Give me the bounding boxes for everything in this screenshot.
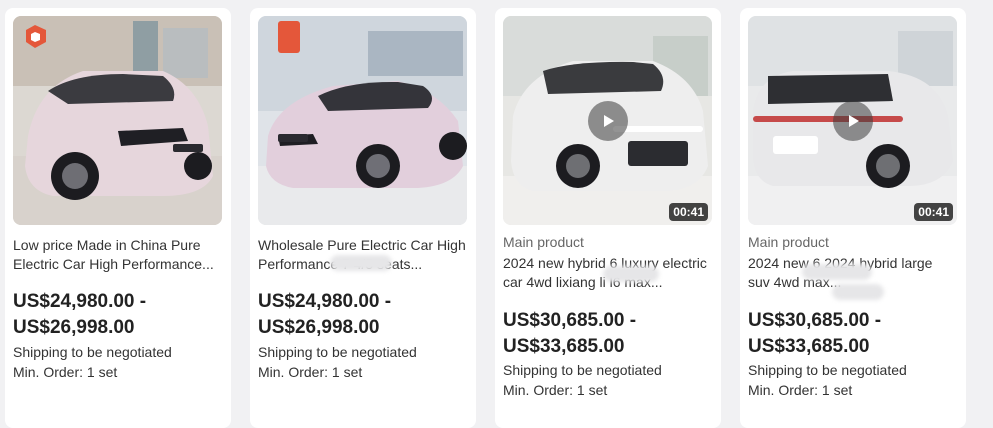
shipping-info: Shipping to be negotiated [503,362,662,378]
car-photo [258,16,467,225]
min-order: Min. Order: 1 set [503,382,608,398]
product-price: US$30,685.00 - US$33,685.00 [748,310,882,357]
shipping-info: Shipping to be negotiated [13,344,172,360]
product-video[interactable]: 00:41 [748,16,957,225]
shipping-info: Shipping to be negotiated [258,344,417,360]
product-image[interactable] [258,16,467,225]
product-grid: Low price Made in China Pure Electric Ca… [0,0,993,428]
product-card[interactable]: 00:41 Main product 2024 new hybrid 6 lux… [495,8,721,428]
product-price: US$24,980.00 - US$26,998.00 [258,291,392,338]
product-card[interactable]: Low price Made in China Pure Electric Ca… [5,8,231,428]
video-duration: 00:41 [669,203,708,221]
redaction-blur [603,266,659,282]
product-title[interactable]: Low price Made in China Pure Electric Ca… [13,236,221,274]
play-button[interactable] [588,101,628,141]
product-card[interactable]: Wholesale Pure Electric Car High Perform… [250,8,476,428]
min-order: Min. Order: 1 set [13,364,118,380]
product-image[interactable] [13,16,222,225]
redaction-blur [802,264,872,280]
product-price: US$24,980.00 - US$26,998.00 [13,291,147,338]
product-price: US$30,685.00 - US$33,685.00 [503,310,637,357]
play-icon [604,115,614,127]
video-duration: 00:41 [914,203,953,221]
min-order: Min. Order: 1 set [748,382,853,398]
product-card[interactable]: 00:41 Main product 2024 new 6 2024 hybri… [740,8,966,428]
play-button[interactable] [833,101,873,141]
min-order: Min. Order: 1 set [258,364,363,380]
main-product-tag: Main product [503,234,584,250]
main-product-tag: Main product [748,234,829,250]
redaction-blur [330,255,392,271]
store-badge-icon [26,25,46,48]
shipping-info: Shipping to be negotiated [748,362,907,378]
redaction-blur [832,284,884,300]
product-video[interactable]: 00:41 [503,16,712,225]
play-icon [849,115,859,127]
